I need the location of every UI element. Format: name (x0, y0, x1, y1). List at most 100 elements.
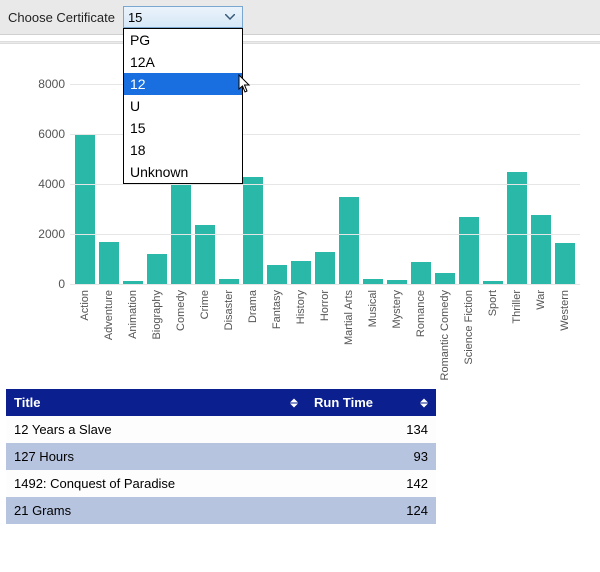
x-axis-label: History (295, 290, 307, 324)
combobox-value: 15 (128, 10, 222, 25)
chart-gridline (70, 184, 580, 185)
chart-bar (147, 254, 167, 284)
x-axis-label: Romantic Comedy (439, 290, 451, 380)
x-axis-label: Drama (247, 290, 259, 323)
chart-bar (459, 217, 479, 285)
bar-slot (98, 242, 119, 285)
x-label-slot: Animation (122, 290, 143, 370)
x-label-slot: Mystery (387, 290, 408, 370)
combobox-display[interactable]: 15 (123, 6, 243, 28)
x-axis-label: Horror (319, 290, 331, 321)
bar-slot (531, 215, 552, 284)
y-axis-tick: 2000 (20, 227, 65, 241)
x-label-slot: Fantasy (266, 290, 287, 370)
chart-x-labels: Action Adventure Animation Biography Comedy C… (70, 290, 580, 370)
x-label-slot: War (531, 290, 552, 370)
x-axis-label: War (535, 290, 547, 310)
x-label-slot: Biography (146, 290, 167, 370)
x-label-slot: Comedy (170, 290, 191, 370)
certificate-label: Choose Certificate (8, 10, 115, 25)
sort-icon[interactable] (290, 398, 298, 407)
certificate-dropdown[interactable]: PG12A12U1518Unknown (123, 28, 243, 184)
dropdown-option[interactable]: 15 (124, 117, 242, 139)
cell-title: 127 Hours (6, 443, 306, 470)
chart-bar (555, 243, 575, 284)
table-row[interactable]: 21 Grams124 (6, 497, 436, 524)
bar-slot (459, 217, 480, 285)
bar-slot (435, 273, 456, 284)
chart-bar (99, 242, 119, 285)
x-axis-label: Disaster (223, 290, 235, 330)
bar-slot (74, 134, 95, 284)
x-label-slot: Adventure (98, 290, 119, 370)
dropdown-option[interactable]: PG (124, 29, 242, 51)
x-label-slot: Western (555, 290, 576, 370)
chart-bar (243, 177, 263, 285)
y-axis-tick: 4000 (20, 177, 65, 191)
x-axis-label: Thriller (511, 290, 523, 324)
results-table: Title Run Time 12 Years a Slave134127 Ho… (6, 389, 436, 524)
sort-icon[interactable] (420, 398, 428, 407)
bar-slot (411, 262, 432, 285)
y-axis-tick: 0 (20, 277, 65, 291)
x-axis-label: Martial Arts (343, 290, 355, 345)
x-axis-label: Crime (199, 290, 211, 319)
bar-slot (314, 252, 335, 285)
x-axis-label: Sport (487, 290, 499, 316)
x-axis-label: Mystery (391, 290, 403, 329)
x-label-slot: Thriller (507, 290, 528, 370)
x-axis-label: Western (559, 290, 571, 331)
x-label-slot: Science Fiction (459, 290, 480, 370)
dropdown-option[interactable]: 12 (124, 73, 242, 95)
cell-runtime: 93 (306, 443, 436, 470)
x-axis-label: Comedy (175, 290, 187, 331)
dropdown-option[interactable]: 12A (124, 51, 242, 73)
x-label-slot: Disaster (218, 290, 239, 370)
column-header-runtime-text: Run Time (314, 395, 373, 410)
bar-slot (290, 261, 311, 284)
x-label-slot: Action (74, 290, 95, 370)
dropdown-option[interactable]: 18 (124, 139, 242, 161)
dropdown-option[interactable]: Unknown (124, 161, 242, 183)
column-header-title-text: Title (14, 395, 41, 410)
chart-bar (411, 262, 431, 285)
chart-bar (267, 265, 287, 285)
certificate-combobox[interactable]: 15 PG12A12U1518Unknown (123, 6, 243, 28)
bar-slot (507, 172, 528, 285)
chart-bar (75, 134, 95, 284)
toolbar: Choose Certificate 15 PG12A12U1518Unknow… (0, 0, 600, 35)
x-axis-label: Musical (367, 290, 379, 327)
bar-slot (242, 177, 263, 285)
cell-runtime: 134 (306, 416, 436, 443)
x-axis-label: Animation (127, 290, 139, 339)
chart-gridline (70, 284, 580, 285)
chart-gridline (70, 234, 580, 235)
x-label-slot: Drama (242, 290, 263, 370)
bar-slot (266, 265, 287, 285)
x-label-slot: Sport (483, 290, 504, 370)
x-axis-label: Biography (151, 290, 163, 340)
x-axis-label: Adventure (103, 290, 115, 340)
chart-bar (291, 261, 311, 284)
x-label-slot: Martial Arts (339, 290, 360, 370)
x-axis-label: Romance (415, 290, 427, 337)
chart-bar (339, 197, 359, 285)
table-row[interactable]: 12 Years a Slave134 (6, 416, 436, 443)
x-label-slot: Horror (314, 290, 335, 370)
table-row[interactable]: 1492: Conquest of Paradise142 (6, 470, 436, 497)
bar-slot (146, 254, 167, 284)
x-axis-label: Action (79, 290, 91, 321)
y-axis-tick: 8000 (20, 77, 65, 91)
bar-slot (555, 243, 576, 284)
genre-bar-chart: Action Adventure Animation Biography Comedy C… (0, 44, 600, 379)
chart-bar (315, 252, 335, 285)
chevron-down-icon (222, 9, 238, 25)
y-axis-tick: 6000 (20, 127, 65, 141)
table-row[interactable]: 127 Hours93 (6, 443, 436, 470)
dropdown-option[interactable]: U (124, 95, 242, 117)
column-header-runtime[interactable]: Run Time (306, 389, 436, 416)
chart-bar (507, 172, 527, 285)
column-header-title[interactable]: Title (6, 389, 306, 416)
x-axis-label: Science Fiction (463, 290, 475, 365)
cell-title: 12 Years a Slave (6, 416, 306, 443)
